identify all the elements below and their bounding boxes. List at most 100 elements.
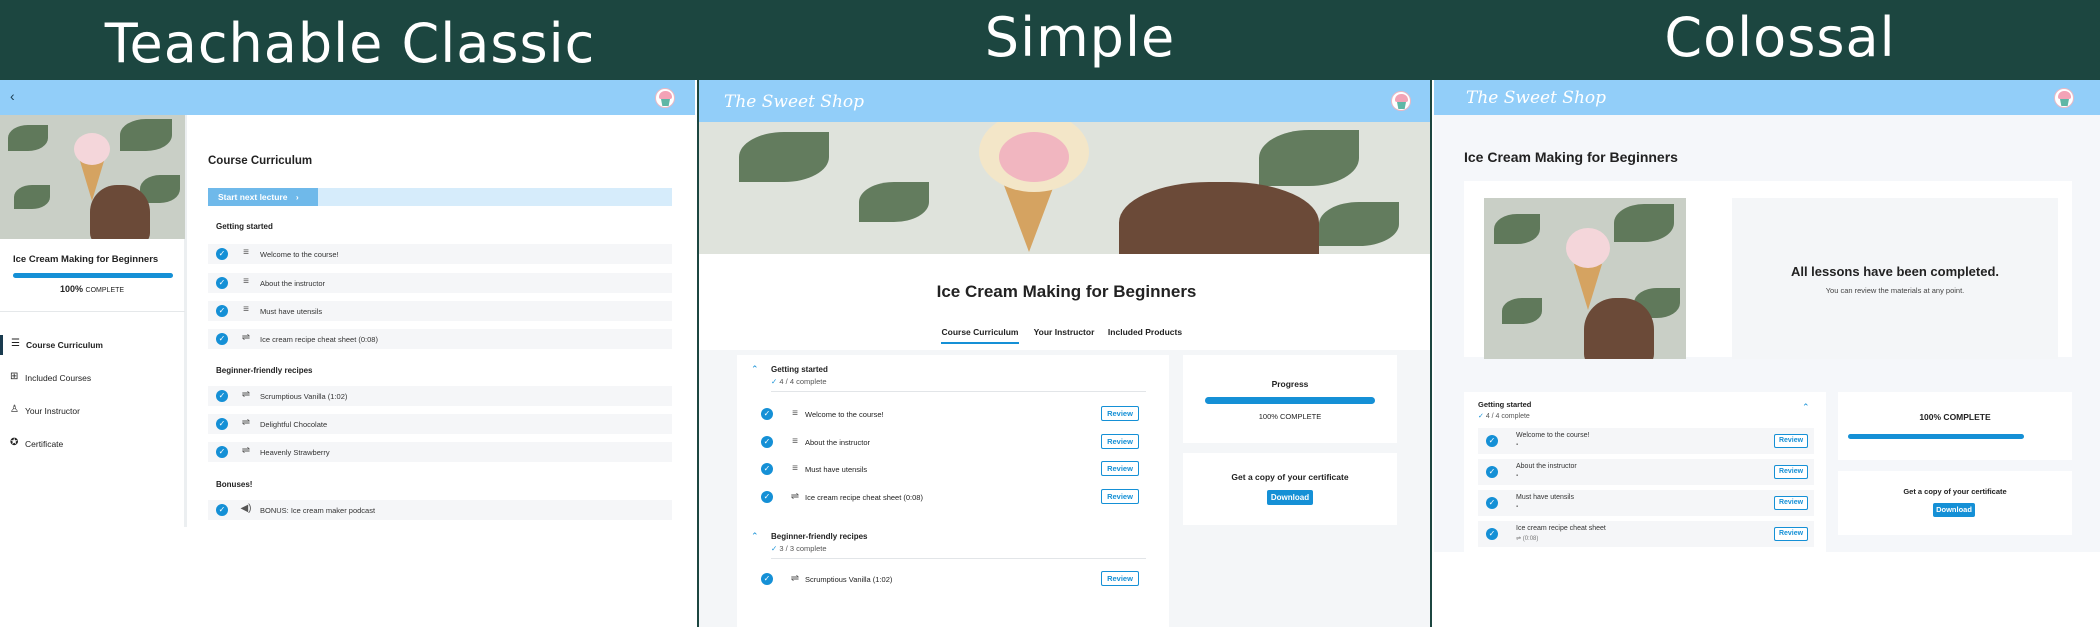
list-item[interactable]: ✓ ⇌ Scrumptious Vanilla (1:02) Review <box>751 570 1151 590</box>
mixed-lesson-icon: ⇌ <box>241 445 251 456</box>
colossal-curriculum-card: Getting started ✓ 4 / 4 complete ⌃ ✓ Welc… <box>1464 392 1826 552</box>
review-button[interactable]: Review <box>1774 527 1808 541</box>
review-button[interactable]: Review <box>1101 571 1139 586</box>
lecture-title: Welcome to the course! <box>1516 432 1590 439</box>
list-item[interactable]: ✓ ≡ Welcome to the course! Review <box>751 405 1151 425</box>
text-lines-icon: ≡ <box>792 408 798 419</box>
sidebar-item-course-curriculum[interactable]: ☰ Course Curriculum <box>0 335 185 355</box>
lecture-title: Delightful Chocolate <box>260 420 328 429</box>
list-item[interactable]: ✓ ≡ Must have utensils Review <box>751 460 1151 480</box>
tab-course-curriculum[interactable]: Course Curriculum <box>941 324 1019 344</box>
list-item[interactable]: ✓ ⇌ Scrumptious Vanilla (1:02) <box>208 386 672 406</box>
check-icon: ✓ <box>1486 528 1498 540</box>
chevron-up-icon[interactable]: ⌃ <box>751 364 759 375</box>
sidebar-item-your-instructor[interactable]: ♙ Your Instructor <box>0 401 185 421</box>
lecture-title: About the instructor <box>805 438 871 447</box>
download-button[interactable]: Download <box>1267 490 1313 505</box>
lecture-title: Ice cream recipe cheat sheet <box>1516 525 1606 532</box>
hero-card: All lessons have been completed. You can… <box>1464 181 2072 359</box>
lecture-title: Ice cream recipe cheat sheet (0:08) <box>805 493 923 502</box>
list-item[interactable]: ✓ ⇌ Delightful Chocolate <box>208 414 672 434</box>
chevron-up-icon[interactable]: ⌃ <box>1802 402 1810 413</box>
section-count-label: 4 / 4 complete <box>779 377 827 386</box>
mixed-lesson-icon: ⇌ <box>241 417 251 428</box>
list-item[interactable]: ✓ ⇌ Heavenly Strawberry <box>208 442 672 462</box>
simple-panel: The Sweet Shop Ice Cream Making for Begi… <box>697 80 1432 627</box>
lecture-type-icon: ▪ <box>1516 473 1519 479</box>
list-item[interactable]: ✓ ⇌ Ice cream recipe cheat sheet (0:08) Rev… <box>751 488 1151 508</box>
text-lines-icon: ≡ <box>243 304 249 315</box>
cupcake-logo-icon[interactable] <box>655 88 675 108</box>
curriculum-card: ⌃ Getting started ✓ 4 / 4 complete ✓ ≡ Wel… <box>737 355 1169 627</box>
certificate-heading: Get a copy of your certificate <box>1903 487 2007 496</box>
progress-heading: Progress <box>1271 379 1309 389</box>
progress-fill <box>1205 397 1375 404</box>
classic-panel: ‹ Ice Cream Making for Beginners 100% CO… <box>0 80 695 527</box>
review-button[interactable]: Review <box>1101 489 1139 504</box>
list-item[interactable]: ✓ ◀) BONUS: Ice cream maker podcast <box>208 500 672 520</box>
list-item[interactable]: ✓ ≡ About the instructor <box>208 273 672 293</box>
sidebar-complete-word: COMPLETE <box>85 287 125 294</box>
download-button[interactable]: Download <box>1933 503 1975 517</box>
check-icon: ✓ <box>216 418 228 430</box>
classic-topbar: ‹ <box>0 80 695 115</box>
section-title: Getting started <box>1478 400 1532 409</box>
progress-card: Progress 100% COMPLETE <box>1183 355 1397 443</box>
brand-logo[interactable]: The Sweet Shop <box>724 92 864 112</box>
sidebar-item-label: Certificate <box>25 439 64 449</box>
section-title: Beginner-friendly recipes <box>216 366 313 375</box>
list-item[interactable]: ✓ ≡ About the instructor Review <box>751 433 1151 453</box>
review-button[interactable]: Review <box>1774 434 1808 448</box>
check-icon: ✓ <box>761 408 773 420</box>
simple-topbar: The Sweet Shop <box>699 80 1430 122</box>
chevron-up-icon[interactable]: ⌃ <box>751 531 759 542</box>
section-count: ✓ 3 / 3 complete <box>771 544 827 553</box>
check-icon: ✓ <box>761 463 773 475</box>
cupcake-logo-icon[interactable] <box>2054 88 2074 108</box>
list-icon: ☰ <box>11 338 20 349</box>
list-item[interactable]: ✓ ≡ Must have utensils <box>208 301 672 321</box>
list-item[interactable]: ✓ Welcome to the course! ▪ Review <box>1478 428 1814 454</box>
review-button[interactable]: Review <box>1101 461 1139 476</box>
sidebar-item-included-courses[interactable]: ⊞ Included Courses <box>0 368 185 388</box>
classic-sidebar: Ice Cream Making for Beginners 100% COMP… <box>0 115 187 527</box>
check-icon: ✓ <box>216 248 228 260</box>
tab-included-products[interactable]: Included Products <box>1105 324 1185 344</box>
chevron-right-icon: › <box>295 192 299 202</box>
lecture-title: Must have utensils <box>805 465 868 474</box>
tab-label: Included Products <box>1107 327 1183 337</box>
course-title: Ice Cream Making for Beginners <box>1464 149 1678 165</box>
sidebar-item-certificate[interactable]: ✪ Certificate <box>0 434 185 454</box>
sidebar-progress-text: 100% COMPLETE <box>60 284 124 294</box>
sidebar-item-label: Included Courses <box>25 373 92 383</box>
list-item[interactable]: ✓ About the instructor ▪ Review <box>1478 459 1814 485</box>
sidebar-item-label: Course Curriculum <box>26 340 103 350</box>
check-icon: ✓ <box>761 491 773 503</box>
colossal-panel: The Sweet Shop Ice Cream Making for Begi… <box>1434 80 2100 552</box>
check-icon: ✓ <box>1486 435 1498 447</box>
tab-your-instructor[interactable]: Your Instructor <box>1031 324 1097 344</box>
review-button[interactable]: Review <box>1101 406 1139 421</box>
list-item[interactable]: ✓ ≡ Welcome to the course! <box>208 244 672 264</box>
sidebar-progress-fill <box>13 273 173 278</box>
completed-box: All lessons have been completed. You can… <box>1732 198 2058 359</box>
cupcake-logo-icon[interactable] <box>1391 91 1411 111</box>
review-button[interactable]: Review <box>1101 434 1139 449</box>
back-chevron-icon[interactable]: ‹ <box>10 88 15 104</box>
colossal-topbar: The Sweet Shop <box>1434 80 2100 115</box>
sidebar-progress-bar <box>13 273 173 278</box>
brand-logo[interactable]: The Sweet Shop <box>1466 88 1606 108</box>
certificate-heading: Get a copy of your certificate <box>1231 472 1349 482</box>
list-item[interactable]: ✓ Ice cream recipe cheat sheet ⇌ (0:08) Rev… <box>1478 521 1814 547</box>
list-item[interactable]: ✓ Must have utensils ▪ Review <box>1478 490 1814 516</box>
sidebar-item-label: Your Instructor <box>25 406 80 416</box>
list-item[interactable]: ✓ ⇌ Ice cream recipe cheat sheet (0:08) <box>208 329 672 349</box>
start-next-lecture-button[interactable]: Start next lecture › <box>208 188 318 206</box>
course-title: Ice Cream Making for Beginners <box>936 282 1197 301</box>
mixed-lesson-icon: ⇌ <box>790 491 800 502</box>
section-title: Beginner-friendly recipes <box>771 532 868 541</box>
lecture-title: Scrumptious Vanilla (1:02) <box>805 575 893 584</box>
review-button[interactable]: Review <box>1774 465 1808 479</box>
review-button[interactable]: Review <box>1774 496 1808 510</box>
start-next-label: Start next lecture <box>218 192 288 202</box>
